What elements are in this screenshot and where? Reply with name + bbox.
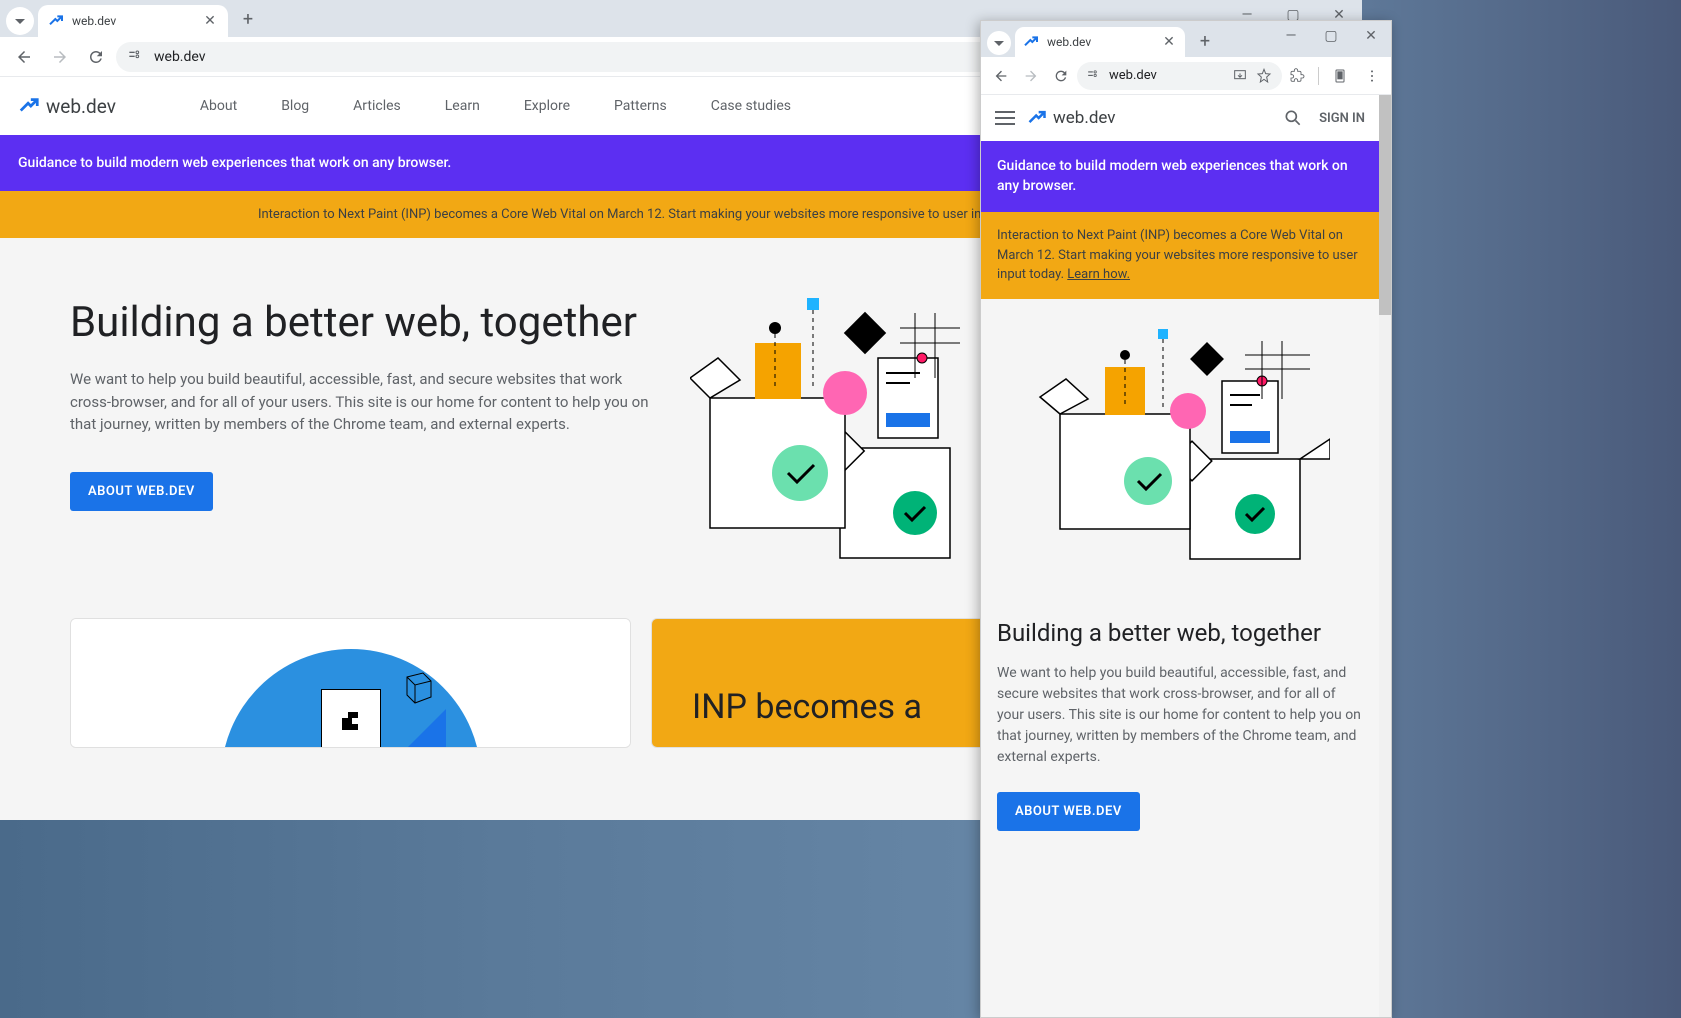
sec-site-header: web.dev SIGN IN [981,95,1379,141]
site-settings-icon [1087,69,1101,83]
sec-tab-close-button[interactable]: ✕ [1161,34,1177,50]
webdev-logo-icon [1027,108,1047,128]
install-icon[interactable] [1232,68,1248,84]
browser-tab[interactable]: web.dev ✕ [38,5,228,37]
nav-blog[interactable]: Blog [281,98,309,114]
hero-illustration [690,298,970,578]
dino-icon [332,700,372,740]
sec-scrollbar[interactable] [1379,95,1391,1017]
nav-articles[interactable]: Articles [353,98,401,114]
nav-patterns[interactable]: Patterns [614,98,667,114]
hero-title: Building a better web, together [70,298,650,348]
sec-hero-description: We want to help you build beautiful, acc… [997,663,1363,768]
sec-yellow-banner-text: Interaction to Next Paint (INP) becomes … [997,228,1358,282]
sec-new-tab-button[interactable]: + [1191,27,1219,55]
sec-close-window-button[interactable]: ✕ [1351,21,1391,51]
sec-page-content: web.dev SIGN IN Guidance to build modern… [981,95,1391,1017]
bookmark-star-icon[interactable] [1256,68,1272,84]
sec-hero-text: Building a better web, together We want … [981,579,1379,851]
sec-maximize-button[interactable]: ▢ [1311,21,1351,51]
sec-hero-title: Building a better web, together [997,619,1363,647]
card-1-artwork [71,619,630,748]
sec-logo-text: web.dev [1053,108,1116,128]
secondary-browser-window: web.dev ✕ + ― ▢ ✕ web.dev [980,20,1392,1018]
sec-omnibox[interactable]: web.dev [1077,62,1282,90]
new-tab-button[interactable]: + [234,5,262,33]
sec-scroll-thumb[interactable] [1379,95,1391,315]
sec-minimize-button[interactable]: ― [1271,21,1311,51]
hero-text: Building a better web, together We want … [70,298,650,511]
nav-explore[interactable]: Explore [524,98,570,114]
card-2-title: INP becomes a [692,687,922,727]
site-logo[interactable]: web.dev [18,95,116,118]
tab-close-button[interactable]: ✕ [202,13,218,29]
extensions-button[interactable] [1284,63,1310,89]
webdev-favicon-icon [48,13,64,29]
webdev-logo-icon [18,95,40,117]
nav-learn[interactable]: Learn [445,98,480,114]
sec-titlebar: web.dev ✕ + ― ▢ ✕ [981,21,1391,57]
search-icon[interactable] [1283,108,1303,128]
sec-yellow-banner-link[interactable]: Learn how. [1067,267,1130,282]
sec-announcement-banner-blue: Guidance to build modern web experiences… [981,141,1379,212]
sec-address-bar: web.dev [981,57,1391,95]
sec-reload-button[interactable] [1047,62,1075,90]
triangle-icon [406,709,446,748]
sec-hero-illustration [981,299,1379,579]
sign-in-button[interactable]: SIGN IN [1319,111,1365,126]
webdev-favicon-icon [1023,34,1039,50]
chevron-down-icon [15,19,25,24]
sec-site-logo[interactable]: web.dev [1027,108,1116,128]
chrome-menu-button[interactable] [1359,63,1385,89]
feature-card-1[interactable] [70,618,631,748]
sec-back-button[interactable] [987,62,1015,90]
chevron-down-icon [994,41,1004,46]
tab-search-button[interactable] [6,7,34,35]
sec-window-controls: ― ▢ ✕ [1271,21,1391,51]
yellow-banner-text: Interaction to Next Paint (INP) becomes … [258,207,1041,222]
forward-button[interactable] [44,41,76,73]
nav-about[interactable]: About [200,98,237,114]
sec-tab-title: web.dev [1047,35,1161,49]
url-text: web.dev [154,49,206,65]
reload-button[interactable] [80,41,112,73]
sec-forward-button[interactable] [1017,62,1045,90]
about-button[interactable]: ABOUT WEB.DEV [70,472,213,511]
hero-description: We want to help you build beautiful, acc… [70,368,650,436]
logo-text: web.dev [46,95,116,118]
sec-tab-search-button[interactable] [987,31,1011,55]
sec-url-text: web.dev [1109,68,1157,83]
sec-about-button[interactable]: ABOUT WEB.DEV [997,792,1140,831]
devtools-device-button[interactable] [1327,63,1353,89]
site-settings-icon [128,49,144,65]
sec-announcement-banner-yellow: Interaction to Next Paint (INP) becomes … [981,212,1379,299]
tab-title: web.dev [72,14,202,28]
back-button[interactable] [8,41,40,73]
main-nav: About Blog Articles Learn Explore Patter… [200,98,791,114]
sec-toolbar-right [1284,63,1385,89]
sec-browser-tab[interactable]: web.dev ✕ [1015,27,1185,57]
nav-case-studies[interactable]: Case studies [711,98,791,114]
hamburger-menu-button[interactable] [995,108,1015,128]
